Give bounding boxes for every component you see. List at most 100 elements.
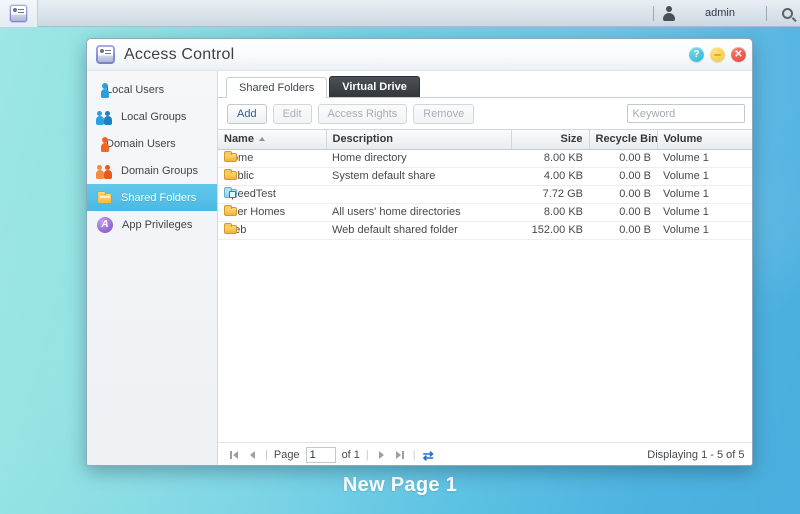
column-header-volume[interactable]: Volume bbox=[657, 130, 752, 150]
cell-size: 8.00 KB bbox=[511, 149, 589, 168]
cell-name: Home bbox=[218, 149, 326, 168]
user-icon[interactable] bbox=[661, 5, 677, 22]
prev-page-icon[interactable] bbox=[246, 449, 259, 462]
remove-button[interactable]: Remove bbox=[413, 103, 475, 124]
cell-description bbox=[326, 185, 511, 204]
help-button[interactable]: ? bbox=[689, 47, 704, 62]
column-header-description[interactable]: Description bbox=[326, 130, 512, 150]
sidebar-item-app-privileges[interactable]: A App Privileges bbox=[87, 211, 217, 238]
tabstrip: Shared Folders Virtual Drive bbox=[218, 71, 752, 98]
cell-volume: Volume 1 bbox=[657, 149, 752, 168]
cell-size: 7.72 GB bbox=[511, 185, 589, 204]
sidebar-item-label: Domain Groups bbox=[121, 164, 199, 177]
cell-description: System default share bbox=[326, 167, 511, 186]
tab-virtual-drive[interactable]: Virtual Drive bbox=[329, 76, 420, 97]
app-privileges-icon: A bbox=[97, 216, 113, 233]
sidebar-item-domain-users[interactable]: Domain Users bbox=[87, 130, 217, 157]
desktop-caption: New Page 1 bbox=[342, 474, 458, 496]
desktop-taskbar: admin bbox=[0, 0, 800, 27]
tab-shared-folders[interactable]: Shared Folders bbox=[226, 77, 328, 98]
id-card-icon bbox=[9, 3, 28, 23]
cell-recycle-bin-size: 0.00 B bbox=[589, 167, 657, 186]
pager-divider-1: | bbox=[265, 449, 268, 461]
cell-recycle-bin-size: 0.00 B bbox=[589, 185, 657, 204]
window-body: Local Users Local Groups Domain Users Do… bbox=[87, 71, 752, 465]
table-row[interactable]: Web Web default shared folder 152.00 KB … bbox=[218, 221, 752, 240]
grid-empty-space bbox=[218, 240, 752, 443]
window-titlebar[interactable]: Access Control ? ✕ bbox=[87, 39, 752, 71]
sidebar-item-local-users[interactable]: Local Users bbox=[87, 76, 217, 103]
cell-recycle-bin-size: 0.00 B bbox=[589, 203, 657, 222]
cell-size: 8.00 KB bbox=[511, 203, 589, 222]
minimize-button[interactable] bbox=[710, 47, 725, 62]
sort-ascending-icon bbox=[258, 137, 265, 142]
access-rights-button[interactable]: Access Rights bbox=[317, 103, 408, 124]
pagination-bar: | Page of 1 | | ⇄ Displaying 1 - 5 of 5 bbox=[218, 442, 752, 465]
refresh-icon[interactable]: ⇄ bbox=[422, 449, 435, 462]
users-blue-icon bbox=[96, 109, 112, 125]
sidebar-item-label: Domain Users bbox=[106, 137, 176, 150]
shared-folders-table: Name Description Size Recycle Bin Siz Vo… bbox=[218, 130, 752, 240]
access-control-window: Access Control ? ✕ Local Users Local Gro… bbox=[86, 38, 753, 466]
first-page-icon[interactable] bbox=[227, 449, 240, 462]
table-row[interactable]: User Homes All users' home directories 8… bbox=[218, 203, 752, 222]
cell-volume: Volume 1 bbox=[657, 185, 752, 204]
taskbar-username[interactable]: admin bbox=[681, 7, 759, 19]
sidebar-item-label: Shared Folders bbox=[121, 191, 197, 204]
cell-recycle-bin-size: 0.00 B bbox=[589, 221, 657, 240]
page-title: Access Control bbox=[124, 45, 235, 63]
shared-folders-grid: Name Description Size Recycle Bin Siz Vo… bbox=[218, 129, 752, 443]
search-input[interactable] bbox=[626, 104, 745, 124]
sidebar: Local Users Local Groups Domain Users Do… bbox=[87, 71, 218, 465]
sidebar-item-shared-folders[interactable]: Shared Folders bbox=[87, 184, 217, 211]
cell-description: All users' home directories bbox=[326, 203, 511, 222]
folder-icon bbox=[97, 190, 112, 206]
table-header-row: Name Description Size Recycle Bin Siz Vo… bbox=[218, 130, 752, 150]
add-button[interactable]: Add bbox=[227, 103, 267, 124]
table-row[interactable]: SpeedTest 7.72 GB 0.00 B Volume 1 bbox=[218, 185, 752, 204]
cell-name: User Homes bbox=[218, 203, 326, 222]
window-buttons: ? ✕ bbox=[689, 47, 746, 62]
cell-name: SpeedTest bbox=[218, 185, 326, 204]
cell-description: Web default shared folder bbox=[326, 221, 511, 240]
pagination-status: Displaying 1 - 5 of 5 bbox=[647, 449, 745, 461]
column-header-label: Name bbox=[224, 133, 254, 146]
column-header-name[interactable]: Name bbox=[218, 130, 327, 150]
pager-divider-2: | bbox=[365, 449, 369, 461]
user-orange-icon bbox=[97, 136, 112, 152]
sidebar-item-label: Local Users bbox=[106, 83, 165, 96]
page-label: Page bbox=[273, 449, 300, 461]
edit-button[interactable]: Edit bbox=[272, 103, 312, 124]
sidebar-item-local-groups[interactable]: Local Groups bbox=[87, 103, 217, 130]
column-header-recycle-bin-size[interactable]: Recycle Bin Siz bbox=[589, 130, 658, 150]
cell-volume: Volume 1 bbox=[657, 221, 752, 240]
page-number-input[interactable] bbox=[305, 447, 336, 463]
sidebar-item-label: App Privileges bbox=[122, 218, 193, 231]
users-orange-icon bbox=[96, 163, 112, 179]
taskbar-divider-1 bbox=[653, 5, 654, 21]
search-field-wrapper bbox=[626, 104, 745, 124]
close-button[interactable]: ✕ bbox=[731, 47, 746, 62]
next-page-icon[interactable] bbox=[375, 449, 388, 462]
table-row[interactable]: Public System default share 4.00 KB 0.00… bbox=[218, 167, 752, 186]
table-row[interactable]: Home Home directory 8.00 KB 0.00 B Volum… bbox=[218, 149, 752, 168]
search-icon[interactable] bbox=[774, 5, 800, 21]
last-page-icon[interactable] bbox=[394, 449, 407, 462]
cell-size: 4.00 KB bbox=[511, 167, 589, 186]
content-area: Shared Folders Virtual Drive Add Edit Ac… bbox=[218, 71, 752, 465]
cell-description: Home directory bbox=[326, 149, 511, 168]
cell-volume: Volume 1 bbox=[657, 167, 752, 186]
grid-toolbar: Add Edit Access Rights Remove bbox=[218, 98, 752, 129]
cell-size: 152.00 KB bbox=[511, 221, 589, 240]
table-body: Home Home directory 8.00 KB 0.00 B Volum… bbox=[218, 149, 752, 240]
cell-name: Public bbox=[218, 167, 326, 186]
access-control-icon bbox=[96, 45, 115, 64]
cell-name: Web bbox=[218, 221, 326, 240]
column-header-size[interactable]: Size bbox=[511, 130, 590, 150]
taskbar-divider-2 bbox=[766, 5, 767, 21]
sidebar-item-domain-groups[interactable]: Domain Groups bbox=[87, 157, 217, 184]
desktop: admin Access Control ? ✕ Local Users Loc… bbox=[0, 0, 800, 514]
taskbar-app-launcher[interactable] bbox=[0, 0, 38, 27]
page-of-label: of 1 bbox=[341, 449, 360, 461]
cell-volume: Volume 1 bbox=[657, 203, 752, 222]
